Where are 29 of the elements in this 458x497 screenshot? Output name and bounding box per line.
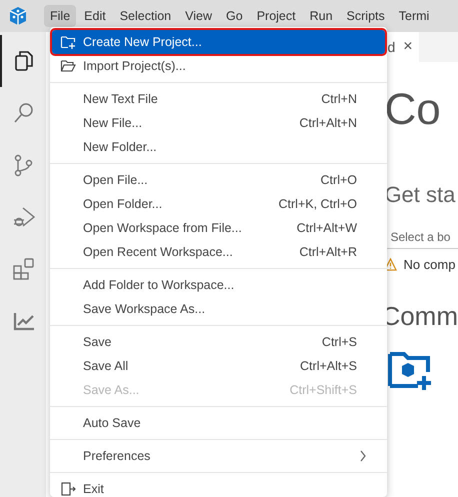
- editor-tab[interactable]: d ×: [384, 32, 419, 62]
- menu-item[interactable]: Selection: [114, 5, 178, 27]
- menu-item[interactable]: Go: [220, 5, 249, 27]
- menu-option[interactable]: Auto Save: [52, 411, 385, 435]
- menu-option[interactable]: New Text File Ctrl+N: [52, 87, 385, 111]
- menu-option[interactable]: Open File... Ctrl+O: [52, 168, 385, 192]
- warning-text: No comp: [403, 256, 456, 274]
- menu-item[interactable]: Run: [304, 5, 339, 27]
- menu-option[interactable]: Preferences: [52, 444, 385, 468]
- menu-item[interactable]: Edit: [78, 5, 112, 27]
- menu-option[interactable]: Save Ctrl+S: [52, 330, 385, 354]
- menu-option[interactable]: Save Workspace As...: [52, 297, 385, 321]
- page-title: Co: [384, 84, 442, 136]
- menu-option[interactable]: Save All Ctrl+Alt+S: [52, 354, 385, 378]
- menu-item[interactable]: View: [179, 5, 218, 27]
- menu-item[interactable]: Project: [250, 5, 302, 27]
- menu-option[interactable]: Add Folder to Workspace...: [52, 273, 385, 297]
- menu-option[interactable]: Import Project(s)...: [52, 54, 385, 78]
- menu-item[interactable]: Scripts: [340, 5, 391, 27]
- menu-item[interactable]: Termi: [392, 5, 436, 27]
- close-button[interactable]: ×: [403, 35, 413, 59]
- menu-option[interactable]: New Folder...: [52, 135, 385, 159]
- menu-option[interactable]: Open Recent Workspace... Ctrl+Alt+R: [52, 240, 385, 264]
- menu-option[interactable]: Create New Project...: [52, 30, 385, 54]
- menu-item[interactable]: File: [44, 5, 76, 27]
- menu-option[interactable]: Open Workspace from File... Ctrl+Alt+W: [52, 216, 385, 240]
- menu-option[interactable]: New File... Ctrl+Alt+N: [52, 111, 385, 135]
- menu-option[interactable]: Open Folder... Ctrl+K, Ctrl+O: [52, 192, 385, 216]
- menu-option[interactable]: Exit: [52, 477, 385, 497]
